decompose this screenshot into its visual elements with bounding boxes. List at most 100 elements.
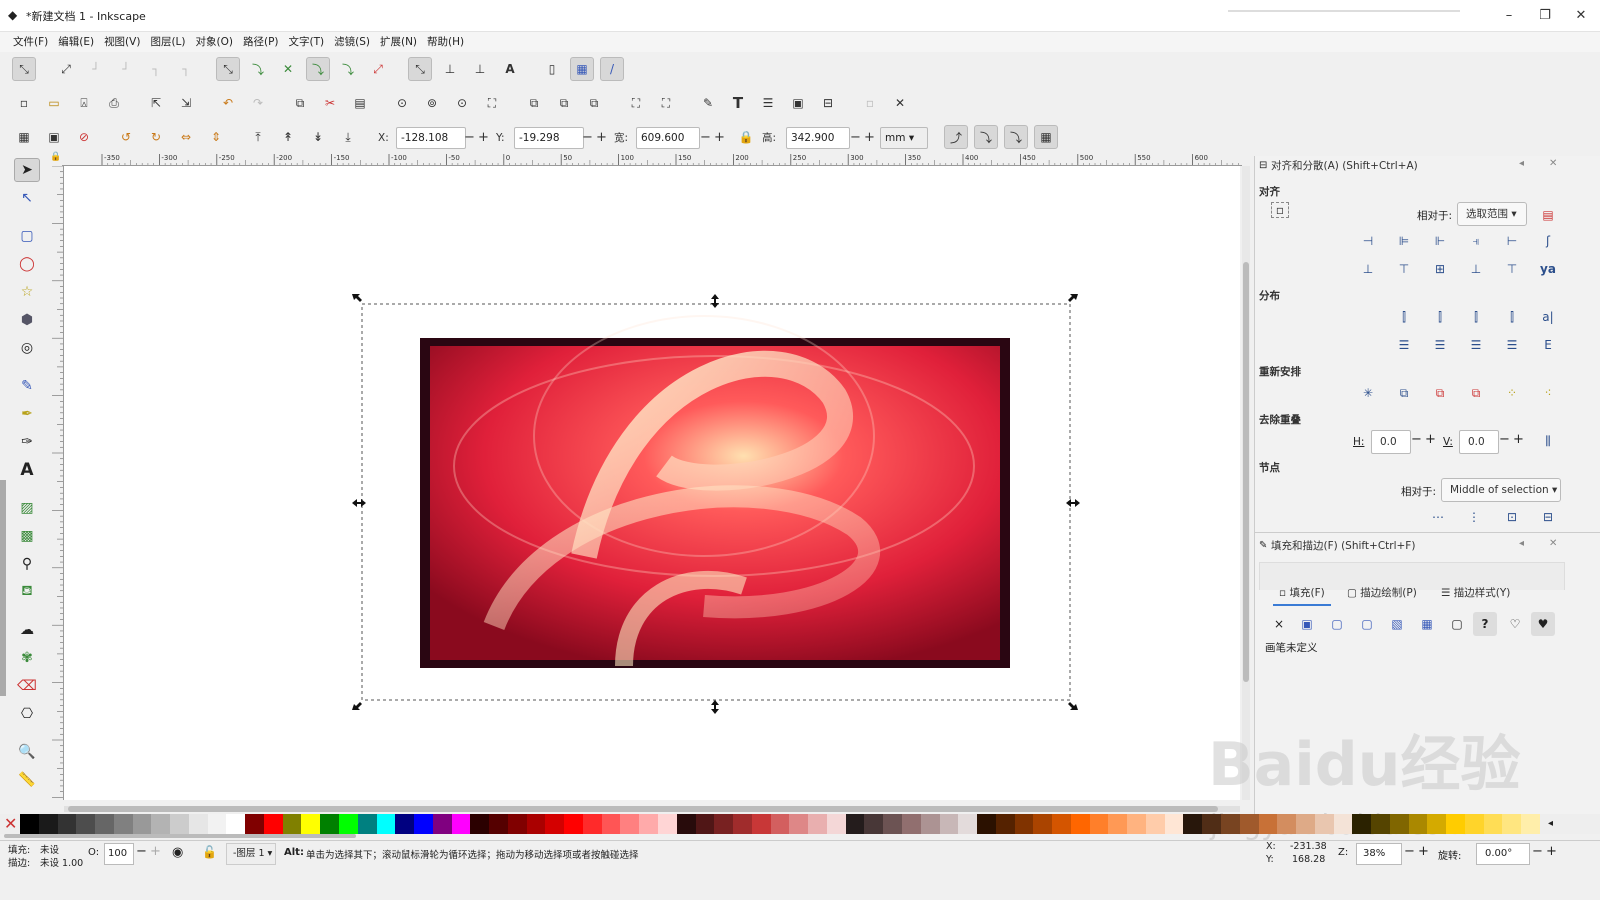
color-swatch[interactable] xyxy=(1239,814,1259,834)
color-swatch[interactable] xyxy=(1446,814,1466,834)
color-swatch[interactable] xyxy=(1258,814,1278,834)
distribute-bottom-icon[interactable]: ☰ xyxy=(1465,334,1487,356)
flip-horizontal-icon[interactable]: ⇔ xyxy=(174,125,198,149)
ellipse-tool-icon[interactable]: ◯ xyxy=(14,252,40,276)
color-swatch[interactable] xyxy=(808,814,828,834)
fill-rule-nonzero-button[interactable]: ♥ xyxy=(1531,612,1555,636)
color-swatch[interactable] xyxy=(1127,814,1147,834)
rotation-increment[interactable]: + xyxy=(1546,844,1557,859)
color-swatch[interactable] xyxy=(751,814,772,834)
new-document-icon[interactable]: ▫ xyxy=(12,91,36,115)
copy-icon[interactable]: ⧉ xyxy=(288,91,312,115)
color-swatch[interactable] xyxy=(526,814,546,834)
snap-toggle-icon[interactable]: ⤡ xyxy=(12,57,36,81)
snap-nodes-icon[interactable]: ⤡ xyxy=(216,57,240,81)
randomize-positions-icon[interactable]: ⁘ xyxy=(1501,382,1523,404)
horizontal-ruler[interactable]: -350 -300 -250 -200 -150 -100 -50 0 50 100 150 200 2… xyxy=(62,152,1242,166)
import-icon[interactable]: ⇱ xyxy=(144,91,168,115)
color-swatch[interactable] xyxy=(432,814,453,834)
color-swatch[interactable] xyxy=(1108,814,1128,834)
overlap-v-decrement[interactable]: − xyxy=(1499,432,1510,447)
snap-smooth-icon[interactable]: ⤵ xyxy=(336,57,360,81)
node-tool-icon[interactable]: ↖ xyxy=(14,186,40,210)
lower-icon[interactable]: ↡ xyxy=(306,125,330,149)
color-swatch[interactable] xyxy=(1202,814,1222,834)
distribute-right-icon[interactable]: ⫿ xyxy=(1465,306,1487,328)
distribute-center-h-icon[interactable]: ⫿ xyxy=(1429,306,1451,328)
fill-stroke-icon[interactable]: ✎ xyxy=(696,91,720,115)
color-swatch[interactable] xyxy=(695,814,715,834)
color-swatch[interactable] xyxy=(76,814,96,834)
distribute-left-icon[interactable]: ⫿ xyxy=(1393,306,1415,328)
color-swatch[interactable] xyxy=(470,814,490,834)
color-swatch[interactable] xyxy=(545,814,565,834)
duplicate-icon[interactable]: ⧉ xyxy=(522,91,546,115)
color-swatch[interactable] xyxy=(845,814,865,834)
align-bottom-to-top-icon[interactable]: ⊥ xyxy=(1357,258,1379,280)
align-relative-select[interactable]: 选取范围 ▾ xyxy=(1457,202,1527,226)
color-swatch[interactable] xyxy=(733,814,753,834)
color-swatch[interactable] xyxy=(1314,814,1335,834)
rotation-input[interactable]: 0.00° xyxy=(1476,843,1530,865)
paste-icon[interactable]: ▤ xyxy=(348,91,372,115)
color-swatch[interactable] xyxy=(1052,814,1072,834)
color-swatch[interactable] xyxy=(1427,814,1447,834)
menu-edit[interactable]: 编辑(E) xyxy=(53,32,99,52)
resize-handle-ne[interactable] xyxy=(1068,294,1078,302)
ungroup-icon[interactable]: ⛶ xyxy=(654,91,678,115)
no-paint-button[interactable]: × xyxy=(1267,612,1291,636)
snap-bbox-icon[interactable]: ⤢ xyxy=(54,57,78,81)
color-swatch[interactable] xyxy=(451,814,471,834)
layer-lock-icon[interactable]: 🔓 xyxy=(202,845,217,859)
color-swatch[interactable] xyxy=(1408,814,1428,834)
select-all-layers-icon[interactable]: ▣ xyxy=(42,125,66,149)
height-increment[interactable]: + xyxy=(864,127,875,149)
rotation-decrement[interactable]: − xyxy=(1532,844,1543,859)
overlap-h-input[interactable]: 0.0 xyxy=(1371,430,1411,454)
snap-center-icon[interactable]: ⊥ xyxy=(438,57,462,81)
color-swatch[interactable] xyxy=(620,814,640,834)
align-top-edges-icon[interactable]: ⊤ xyxy=(1393,258,1415,280)
x-input[interactable]: -128.108 xyxy=(396,127,466,149)
snap-others-icon[interactable]: ⤡ xyxy=(408,57,432,81)
distribute-nodes-h-icon[interactable]: ⊡ xyxy=(1501,506,1523,528)
snap-cusp-icon[interactable]: ⤵ xyxy=(306,57,330,81)
mesh-gradient-button[interactable]: ▧ xyxy=(1385,612,1409,636)
color-swatch[interactable] xyxy=(789,814,809,834)
width-decrement[interactable]: − xyxy=(700,127,711,149)
x-increment[interactable]: + xyxy=(478,127,489,149)
fill-rule-evenodd-button[interactable]: ♡ xyxy=(1503,612,1527,636)
snap-bbox-corner-icon[interactable]: ┘ xyxy=(114,57,138,81)
scale-corners-icon[interactable]: ⤵ xyxy=(974,125,998,149)
color-swatch[interactable] xyxy=(958,814,978,834)
color-swatch[interactable] xyxy=(38,814,58,834)
color-swatch[interactable] xyxy=(376,814,396,834)
linear-gradient-button[interactable]: ▢ xyxy=(1325,612,1349,636)
tab-stroke-style[interactable]: ☰ 描边样式(Y) xyxy=(1441,580,1510,606)
align-top-to-bottom-icon[interactable]: ⊤ xyxy=(1501,258,1523,280)
y-decrement[interactable]: − xyxy=(582,127,593,149)
raise-icon[interactable]: ↟ xyxy=(276,125,300,149)
zoom-decrement[interactable]: − xyxy=(1404,844,1415,859)
color-swatch[interactable] xyxy=(826,814,847,834)
exchange-clockwise-icon[interactable]: ⧉ xyxy=(1465,382,1487,404)
color-swatch[interactable] xyxy=(151,814,171,834)
color-swatch[interactable] xyxy=(1089,814,1109,834)
align-nodes-vertical-icon[interactable]: ⋮ xyxy=(1463,506,1485,528)
dialog-close-icon[interactable]: ✕ xyxy=(1549,158,1557,169)
snap-grid-icon[interactable]: ▦ xyxy=(570,57,594,81)
unset-paint-button[interactable]: ? xyxy=(1473,612,1497,636)
align-bottom-edges-icon[interactable]: ⊥ xyxy=(1465,258,1487,280)
align-right-edges-icon[interactable]: ⫣ xyxy=(1465,230,1487,252)
opacity-decrement[interactable]: − xyxy=(136,844,147,859)
palette-scroll-icon[interactable]: ◂ xyxy=(1548,814,1553,834)
rotate-ccw-icon[interactable]: ↺ xyxy=(114,125,138,149)
zoom-tool-icon[interactable]: 🔍 xyxy=(14,740,40,764)
tweak-tool-icon[interactable]: ☁ xyxy=(14,618,40,642)
menu-text[interactable]: 文字(T) xyxy=(284,32,330,52)
color-swatch[interactable] xyxy=(395,814,415,834)
selector-tool-icon[interactable]: ➤ xyxy=(14,158,40,182)
color-swatch[interactable] xyxy=(1389,814,1410,834)
rotate-cw-icon[interactable]: ↻ xyxy=(144,125,168,149)
color-swatch[interactable] xyxy=(995,814,1016,834)
